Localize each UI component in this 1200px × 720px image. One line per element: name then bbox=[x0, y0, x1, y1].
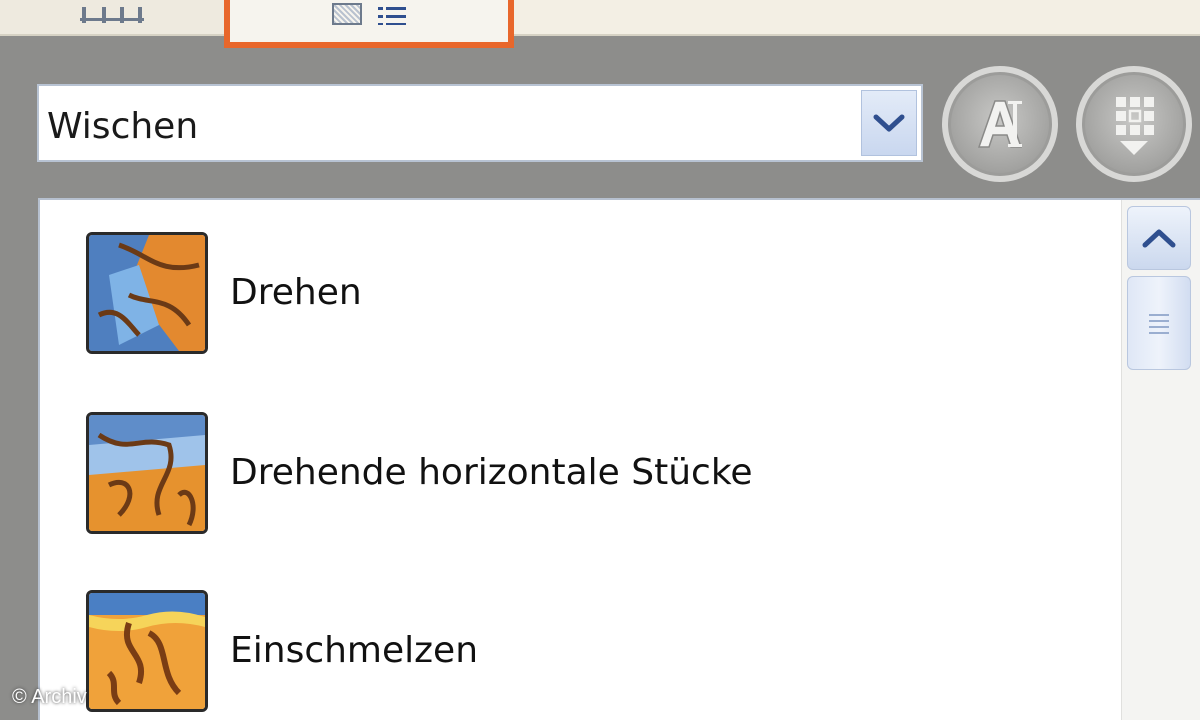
transition-list[interactable]: Drehen Drehende horizontale Stücke Einsc… bbox=[38, 198, 1200, 720]
vertical-scrollbar[interactable] bbox=[1121, 200, 1200, 720]
transition-label: Drehen bbox=[230, 272, 362, 313]
transition-thumb-icon bbox=[86, 590, 208, 712]
transition-label: Einschmelzen bbox=[230, 630, 479, 671]
tab-strip bbox=[0, 0, 1200, 48]
copyright-watermark: © Archiv bbox=[12, 686, 87, 708]
layout-grid-button[interactable] bbox=[1076, 66, 1192, 182]
transition-thumb-icon bbox=[86, 232, 208, 354]
effect-category-select[interactable]: Wischen bbox=[37, 84, 923, 162]
chevron-up-icon bbox=[1142, 229, 1176, 248]
tab-slides[interactable] bbox=[0, 0, 225, 34]
autotext-icon bbox=[977, 100, 1023, 148]
list-item[interactable]: Drehen bbox=[86, 232, 1086, 356]
transition-thumb-icon bbox=[86, 412, 208, 534]
tab-outline[interactable] bbox=[224, 0, 514, 48]
scroll-up-button[interactable] bbox=[1127, 206, 1191, 270]
scroll-thumb[interactable] bbox=[1127, 276, 1191, 370]
outline-list-icon bbox=[332, 3, 406, 25]
effect-category-value: Wischen bbox=[47, 106, 199, 147]
list-item[interactable]: Einschmelzen bbox=[86, 590, 1086, 714]
grid-dropdown-icon bbox=[1116, 97, 1154, 155]
chevron-down-icon[interactable] bbox=[861, 90, 917, 156]
list-item[interactable]: Drehende horizontale Stücke bbox=[86, 412, 1086, 536]
autotext-button[interactable] bbox=[942, 66, 1058, 182]
transition-label: Drehende horizontale Stücke bbox=[230, 452, 753, 493]
grip-icon bbox=[1149, 314, 1169, 334]
slides-grid-icon bbox=[80, 1, 144, 23]
